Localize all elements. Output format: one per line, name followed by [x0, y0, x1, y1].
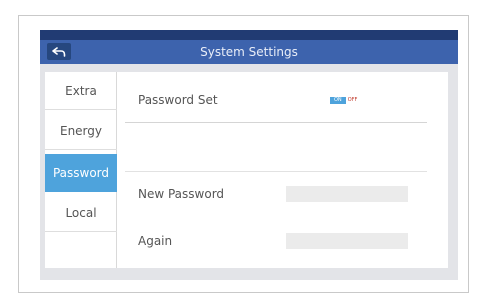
new-password-label: New Password — [138, 187, 225, 201]
divider — [125, 122, 427, 123]
sidebar-item-label: Energy — [59, 124, 102, 138]
page-title: System Settings — [200, 45, 298, 59]
sidebar-item-label: Local — [65, 206, 97, 220]
password-set-label: Password Set — [138, 93, 218, 107]
settings-content: Extra Energy Password Local Password Set… — [45, 72, 448, 268]
sidebar-item-password[interactable]: Password — [45, 154, 117, 192]
title-bar: System Settings — [40, 40, 458, 64]
sidebar-item-label: Password — [52, 166, 110, 180]
confirm-password-field[interactable] — [286, 233, 408, 249]
back-arrow-icon — [52, 46, 66, 57]
sidebar-item-local[interactable]: Local — [45, 194, 117, 232]
toggle-off-label: OFF — [347, 97, 358, 103]
again-label: Again — [138, 234, 173, 248]
settings-sidebar: Extra Energy Password Local — [45, 72, 117, 268]
password-set-toggle[interactable]: ON OFF — [330, 96, 374, 105]
toggle-on-label: ON — [330, 97, 346, 104]
new-password-field[interactable] — [286, 186, 408, 202]
sidebar-item-label: Extra — [65, 84, 97, 98]
device-top-bar — [40, 30, 458, 40]
sidebar-item-extra[interactable]: Extra — [45, 72, 117, 110]
back-button[interactable] — [47, 43, 71, 60]
divider — [125, 171, 427, 172]
sidebar-item-energy[interactable]: Energy — [45, 112, 117, 150]
device-bottom-bezel — [40, 268, 458, 280]
